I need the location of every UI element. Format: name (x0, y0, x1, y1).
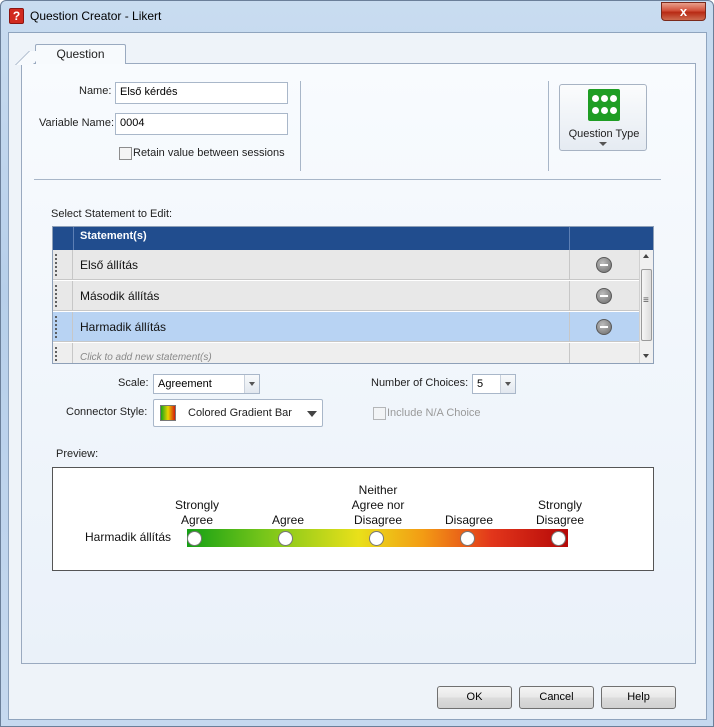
connector-style-value: Colored Gradient Bar (188, 407, 292, 419)
add-statement-row[interactable]: Click to add new statement(s) (53, 343, 639, 363)
choice-radio[interactable] (369, 531, 384, 546)
chevron-down-icon (599, 142, 607, 146)
divider (300, 81, 301, 171)
statements-column-header: Statement(s) (80, 230, 147, 242)
drag-handle-icon (54, 346, 58, 363)
statement-label: Harmadik állítás (80, 320, 167, 334)
statement-label: Második állítás (80, 289, 160, 303)
choice-label: Strongly Agree (174, 498, 220, 527)
choice-label: Disagree (444, 513, 494, 527)
scroll-up-icon[interactable] (643, 254, 649, 258)
question-type-label: Question Type (568, 128, 640, 140)
choice-label: Strongly Disagree (535, 498, 585, 527)
number-of-choices-value: 5 (477, 378, 484, 390)
drag-handle-icon[interactable] (54, 315, 58, 339)
title-bar[interactable]: ? Question Creator - Likert x (1, 1, 713, 31)
choice-radio[interactable] (278, 531, 293, 546)
preview-label: Preview: (56, 448, 99, 460)
statement-row[interactable]: Első állítás (53, 250, 639, 280)
help-button[interactable]: Help (601, 686, 676, 709)
dialog-window: ? Question Creator - Likert x Question N… (0, 0, 714, 727)
number-of-choices-select[interactable]: 5 (472, 374, 516, 394)
chevron-down-icon[interactable] (244, 375, 259, 393)
chevron-down-icon[interactable] (500, 375, 515, 393)
scale-select[interactable]: Agreement (153, 374, 260, 394)
tab-question[interactable]: Question (35, 44, 126, 64)
number-of-choices-label: Number of Choices: (371, 377, 469, 389)
statements-grid: Statement(s) Első állítás Második állítá… (52, 226, 654, 364)
dots-grid-icon (588, 89, 620, 121)
window-title: Question Creator - Likert (30, 9, 162, 23)
choice-label: Neither Agree nor Disagree (351, 483, 405, 527)
drag-handle-icon[interactable] (54, 284, 58, 308)
variable-name-label: Variable Name: (39, 117, 114, 129)
retain-value-label: Retain value between sessions (133, 147, 285, 159)
choice-radio[interactable] (460, 531, 475, 546)
scale-label: Scale: (118, 377, 149, 389)
choice-radio[interactable] (551, 531, 566, 546)
statements-scrollbar[interactable] (639, 250, 653, 363)
variable-name-input[interactable]: 0004 (115, 113, 288, 135)
name-input[interactable]: Első kérdés (115, 82, 288, 104)
add-statement-hint[interactable]: Click to add new statement(s) (80, 352, 212, 363)
ok-button[interactable]: OK (437, 686, 512, 709)
choice-label: Agree (271, 513, 305, 527)
retain-value-checkbox[interactable] (119, 147, 132, 160)
scroll-down-icon[interactable] (643, 354, 649, 358)
statement-label: Első állítás (80, 258, 139, 272)
close-button[interactable]: x (661, 2, 706, 21)
connector-style-label: Connector Style: (66, 406, 148, 418)
divider (548, 81, 549, 171)
scale-value: Agreement (158, 378, 212, 390)
remove-icon[interactable] (596, 257, 612, 273)
cancel-button[interactable]: Cancel (519, 686, 594, 709)
statement-row[interactable]: Második állítás (53, 281, 639, 311)
preview-statement: Harmadik állítás (85, 530, 172, 544)
statement-row-selected[interactable]: Harmadik állítás (53, 312, 639, 342)
chevron-down-icon (307, 411, 317, 417)
grid-header: Statement(s) (53, 227, 653, 250)
likert-preview: Strongly Agree Agree Neither Agree nor Disa… (52, 467, 654, 571)
gradient-bar-icon (160, 405, 176, 421)
question-mark-icon: ? (9, 8, 24, 24)
scroll-thumb[interactable] (641, 269, 652, 341)
drag-handle-icon[interactable] (54, 253, 58, 277)
remove-icon[interactable] (596, 288, 612, 304)
choice-radio[interactable] (187, 531, 202, 546)
include-na-label: Include N/A Choice (387, 407, 481, 419)
question-type-button[interactable]: Question Type (559, 84, 647, 151)
name-label: Name: (79, 85, 112, 97)
include-na-checkbox[interactable] (373, 407, 386, 420)
remove-icon[interactable] (596, 319, 612, 335)
connector-style-select[interactable]: Colored Gradient Bar (153, 399, 323, 427)
select-statement-label: Select Statement to Edit: (51, 208, 173, 220)
divider (34, 179, 661, 180)
